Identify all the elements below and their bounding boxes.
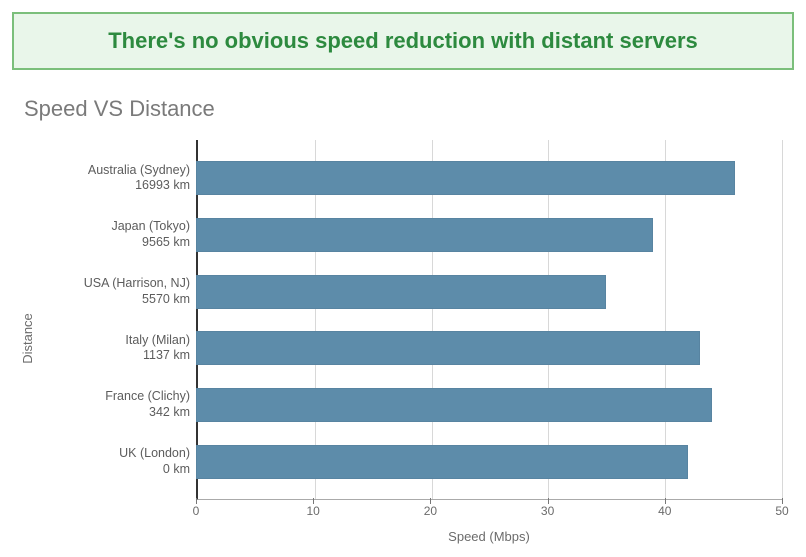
tick-mark <box>782 498 783 504</box>
tick-mark <box>548 498 549 504</box>
bars-column: 01020304050 Speed (Mbps) <box>196 128 782 548</box>
distance-value: 9565 km <box>142 235 190 251</box>
tick-mark <box>665 498 666 504</box>
x-tick-label: 20 <box>424 504 437 518</box>
tick-mark <box>196 498 197 504</box>
category-label: UK (London)0 km <box>38 440 190 484</box>
distance-value: 16993 km <box>135 178 190 194</box>
category-label: Australia (Sydney)16993 km <box>38 156 190 200</box>
bar <box>196 275 606 309</box>
bar-row <box>196 270 782 314</box>
plot-area: Distance Australia (Sydney)16993 km Japan… <box>16 128 782 548</box>
location-name: France (Clichy) <box>105 389 190 405</box>
category-label: Japan (Tokyo)9565 km <box>38 213 190 257</box>
category-label: Italy (Milan)1137 km <box>38 326 190 370</box>
headline-banner: There's no obvious speed reduction with … <box>12 12 794 70</box>
bars-group <box>196 140 782 500</box>
bar <box>196 218 653 252</box>
distance-value: 5570 km <box>142 292 190 308</box>
tick-mark <box>313 498 314 504</box>
category-label: France (Clichy)342 km <box>38 383 190 427</box>
x-axis-label: Speed (Mbps) <box>196 529 782 544</box>
bar <box>196 445 688 479</box>
headline-text: There's no obvious speed reduction with … <box>108 28 698 53</box>
bar-row <box>196 440 782 484</box>
location-name: Japan (Tokyo) <box>111 219 190 235</box>
x-tick-label: 40 <box>658 504 671 518</box>
distance-value: 342 km <box>149 405 190 421</box>
x-tick-label: 30 <box>541 504 554 518</box>
x-tick-label: 10 <box>307 504 320 518</box>
gridline <box>782 140 783 499</box>
y-axis-label: Distance <box>20 313 35 364</box>
bar <box>196 161 735 195</box>
bar-row <box>196 156 782 200</box>
y-axis-label-col: Distance <box>16 128 38 548</box>
tick-mark <box>430 498 431 504</box>
category-label: USA (Harrison, NJ)5570 km <box>38 270 190 314</box>
bar-row <box>196 383 782 427</box>
bar-row <box>196 326 782 370</box>
chart-title: Speed VS Distance <box>24 96 782 122</box>
x-axis-ticks: 01020304050 <box>196 504 782 520</box>
location-name: Australia (Sydney) <box>88 163 190 179</box>
location-name: Italy (Milan) <box>125 333 190 349</box>
distance-value: 0 km <box>163 462 190 478</box>
chart-container: Speed VS Distance Distance Australia (Sy… <box>12 82 794 548</box>
bar-row <box>196 213 782 257</box>
location-name: UK (London) <box>119 446 190 462</box>
x-tick-label: 0 <box>193 504 200 518</box>
x-tick-label: 50 <box>775 504 788 518</box>
bar <box>196 388 712 422</box>
bar <box>196 331 700 365</box>
location-name: USA (Harrison, NJ) <box>84 276 190 292</box>
distance-value: 1137 km <box>143 348 190 364</box>
category-labels-col: Australia (Sydney)16993 km Japan (Tokyo)9… <box>38 128 196 548</box>
